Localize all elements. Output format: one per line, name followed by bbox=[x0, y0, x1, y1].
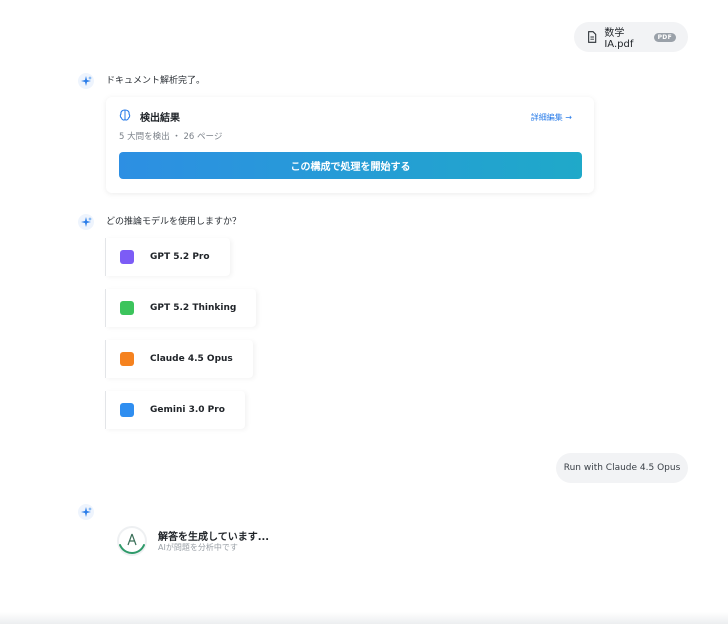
model-label: Claude 4.5 Opus bbox=[150, 354, 233, 364]
sparkle-icon bbox=[78, 73, 94, 89]
brain-icon bbox=[119, 109, 131, 121]
user-message-run-model: Run with Claude 4.5 Opus bbox=[556, 453, 688, 483]
detection-meta: 5 大問を検出 ・ 26 ページ bbox=[119, 132, 223, 142]
ai-message-analysis-complete: ドキュメント解析完了。 bbox=[106, 76, 206, 86]
pdf-badge: PDF bbox=[653, 32, 676, 42]
model-color-swatch bbox=[120, 403, 134, 417]
detection-title: 検出結果 bbox=[140, 113, 180, 124]
model-color-swatch bbox=[120, 250, 134, 264]
ai-message-model-question: どの推論モデルを使用しますか？ bbox=[106, 217, 242, 227]
start-processing-button[interactable]: この構成で処理を開始する bbox=[119, 152, 582, 179]
generating-title: 解答を生成しています... bbox=[158, 532, 270, 543]
model-option-gpt-5-2-thinking[interactable]: GPT 5.2 Thinking bbox=[105, 289, 257, 327]
uploaded-file-chip[interactable]: 数学IA.pdf PDF bbox=[574, 22, 688, 52]
claude-spinner-icon bbox=[117, 526, 147, 556]
detail-edit-link[interactable]: 詳細編集 → bbox=[531, 112, 572, 123]
model-color-swatch bbox=[120, 301, 134, 315]
generating-subtitle: AIが問題を分析中です bbox=[158, 543, 238, 552]
model-label: GPT 5.2 Pro bbox=[150, 252, 210, 262]
model-label: GPT 5.2 Thinking bbox=[150, 303, 237, 313]
bottom-fade bbox=[0, 612, 728, 624]
model-option-claude-4-5-opus[interactable]: Claude 4.5 Opus bbox=[105, 340, 253, 378]
file-name: 数学IA.pdf bbox=[604, 28, 634, 50]
detection-result-card: 検出結果 詳細編集 → 5 大問を検出 ・ 26 ページ この構成で処理を開始す… bbox=[106, 97, 594, 193]
user-message-text: Run with Claude 4.5 Opus bbox=[563, 463, 681, 473]
model-option-gpt-5-2-pro[interactable]: GPT 5.2 Pro bbox=[105, 238, 230, 276]
model-color-swatch bbox=[120, 352, 134, 366]
sparkle-icon bbox=[78, 214, 94, 230]
model-option-gemini-3-0-pro[interactable]: Gemini 3.0 Pro bbox=[105, 391, 245, 429]
sparkle-icon bbox=[78, 504, 94, 520]
model-label: Gemini 3.0 Pro bbox=[150, 405, 225, 415]
file-icon bbox=[588, 31, 597, 43]
